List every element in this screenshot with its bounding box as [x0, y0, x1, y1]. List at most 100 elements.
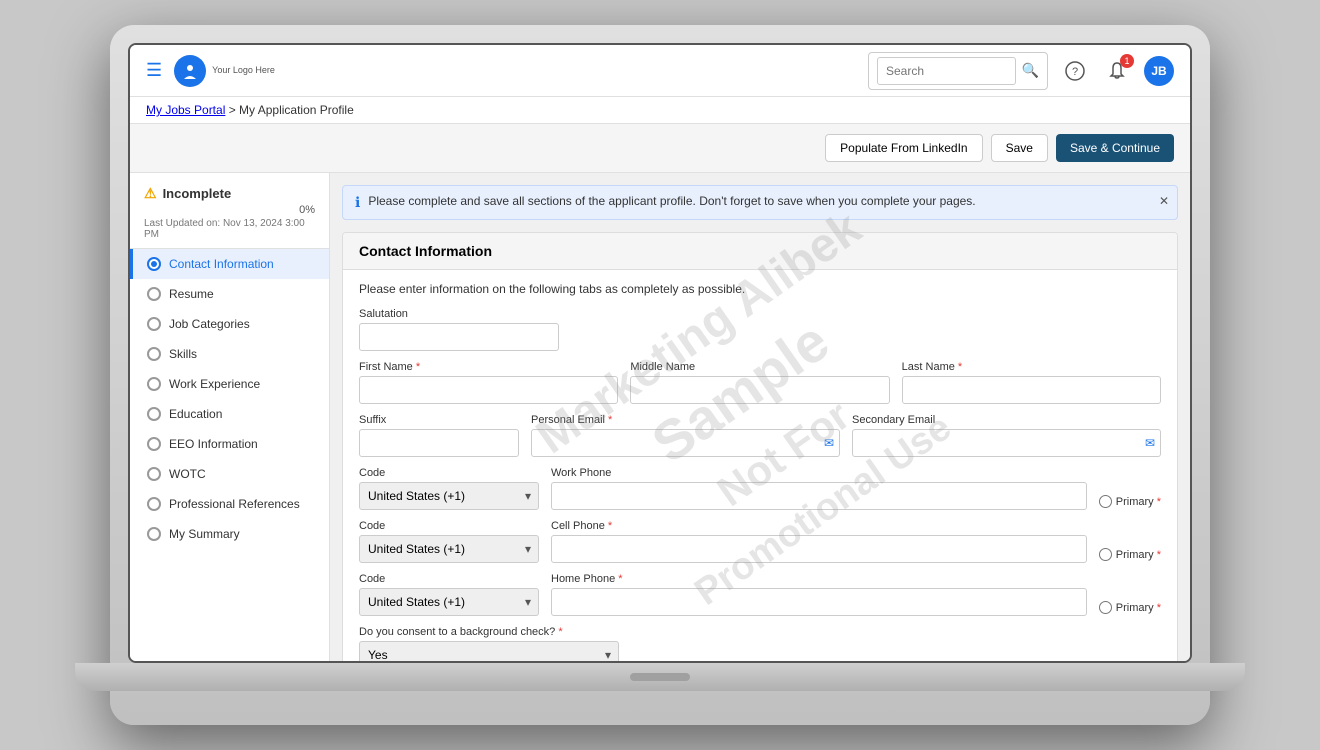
- suffix-input[interactable]: [359, 429, 519, 457]
- sidebar-label-professional-references: Professional References: [169, 497, 300, 511]
- sidebar-header: ⚠ Incomplete 0% Last Updated on: Nov 13,…: [130, 173, 329, 249]
- sidebar-item-contact-information[interactable]: Contact Information: [130, 249, 329, 279]
- hamburger-icon[interactable]: ☰: [146, 60, 162, 81]
- form-card-header: Contact Information: [343, 233, 1177, 270]
- notification-badge: 1: [1120, 54, 1134, 68]
- info-icon: ℹ: [355, 194, 360, 211]
- middle-name-input[interactable]: [630, 376, 889, 404]
- circle-icon-skills: [147, 347, 161, 361]
- cell-phone-primary-radio[interactable]: [1099, 548, 1112, 561]
- breadcrumb-link-1[interactable]: My Jobs Portal: [146, 103, 225, 117]
- sidebar-item-work-experience[interactable]: Work Experience: [130, 369, 329, 399]
- work-phone-primary-label: Primary *: [1116, 496, 1161, 508]
- warning-icon: ⚠: [144, 185, 157, 202]
- sidebar-progress: 0%: [299, 204, 315, 216]
- sidebar-item-eeo-information[interactable]: EEO Information: [130, 429, 329, 459]
- banner-text: Please complete and save all sections of…: [368, 194, 975, 208]
- work-phone-label: Work Phone: [551, 467, 1087, 479]
- cell-phone-primary-label: Primary *: [1116, 549, 1161, 561]
- sidebar-item-education[interactable]: Education: [130, 399, 329, 429]
- logo-text: Your Logo Here: [212, 65, 275, 76]
- search-icon: 🔍: [1022, 62, 1039, 79]
- secondary-email-icon: ✉: [1145, 436, 1155, 450]
- sidebar-label-resume: Resume: [169, 287, 214, 301]
- first-name-input[interactable]: [359, 376, 618, 404]
- search-bar: 🔍: [868, 52, 1048, 90]
- home-phone-primary-label: Primary *: [1116, 602, 1161, 614]
- circle-icon-resume: [147, 287, 161, 301]
- form-description: Please enter information on the followin…: [359, 282, 1161, 296]
- middle-name-label: Middle Name: [630, 361, 889, 373]
- search-input[interactable]: [877, 57, 1016, 85]
- sidebar-item-wotc[interactable]: WOTC: [130, 459, 329, 489]
- help-button[interactable]: ?: [1060, 56, 1090, 86]
- code-select-home[interactable]: United States (+1): [359, 588, 539, 616]
- info-banner: ℹ Please complete and save all sections …: [342, 185, 1178, 220]
- sidebar-label-skills: Skills: [169, 347, 197, 361]
- work-phone-primary-radio[interactable]: [1099, 495, 1112, 508]
- circle-icon-my-summary: [147, 527, 161, 541]
- suffix-email-row: Suffix Personal Email * ✉: [359, 414, 1161, 457]
- circle-icon-work-experience: [147, 377, 161, 391]
- circle-icon-education: [147, 407, 161, 421]
- salutation-input[interactable]: [359, 323, 559, 351]
- active-circle-icon: [147, 257, 161, 271]
- suffix-label: Suffix: [359, 414, 519, 426]
- code-select-cell[interactable]: United States (+1): [359, 535, 539, 563]
- background-check-label: Do you consent to a background check? *: [359, 626, 619, 638]
- sidebar-last-updated: Last Updated on: Nov 13, 2024 3:00 PM: [144, 218, 315, 240]
- sidebar-label-eeo: EEO Information: [169, 437, 258, 451]
- form-body: Please enter information on the followin…: [343, 270, 1177, 663]
- personal-email-label: Personal Email *: [531, 414, 840, 426]
- secondary-email-input[interactable]: [852, 429, 1161, 457]
- sidebar-item-skills[interactable]: Skills: [130, 339, 329, 369]
- content-area: Marketing Alibek Sample Not For Promotio…: [330, 173, 1190, 663]
- code-label-cell: Code: [359, 520, 539, 532]
- home-phone-input[interactable]: [551, 588, 1087, 616]
- personal-email-input[interactable]: [531, 429, 840, 457]
- home-phone-row: Code United States (+1) Home Phone *: [359, 573, 1161, 616]
- name-row: First Name * Middle Name Last Name *: [359, 361, 1161, 404]
- secondary-email-label: Secondary Email: [852, 414, 1161, 426]
- sidebar-label-contact-information: Contact Information: [169, 257, 274, 271]
- notifications-button[interactable]: 1: [1102, 56, 1132, 86]
- top-bar: ☰ Your Logo Here 🔍: [130, 45, 1190, 97]
- populate-linkedin-button[interactable]: Populate From LinkedIn: [825, 134, 982, 162]
- save-continue-button[interactable]: Save & Continue: [1056, 134, 1174, 162]
- breadcrumb: My Jobs Portal > My Application Profile: [130, 97, 1190, 124]
- sidebar-item-resume[interactable]: Resume: [130, 279, 329, 309]
- home-phone-primary-radio[interactable]: [1099, 601, 1112, 614]
- action-bar: Populate From LinkedIn Save Save & Conti…: [130, 124, 1190, 173]
- sidebar-label-wotc: WOTC: [169, 467, 206, 481]
- circle-icon-job-categories: [147, 317, 161, 331]
- last-name-input[interactable]: [902, 376, 1161, 404]
- cell-phone-input[interactable]: [551, 535, 1087, 563]
- sidebar-label-my-summary: My Summary: [169, 527, 240, 541]
- work-phone-input[interactable]: [551, 482, 1087, 510]
- work-phone-row: Code United States (+1) Work Phone: [359, 467, 1161, 510]
- save-button[interactable]: Save: [991, 134, 1048, 162]
- banner-close-button[interactable]: ✕: [1159, 194, 1169, 208]
- sidebar: ⚠ Incomplete 0% Last Updated on: Nov 13,…: [130, 173, 330, 663]
- home-phone-label: Home Phone *: [551, 573, 1087, 585]
- top-icons: ? 1 JB: [1060, 56, 1174, 86]
- cell-phone-row: Code United States (+1) Cell Phone *: [359, 520, 1161, 563]
- last-name-label: Last Name *: [902, 361, 1161, 373]
- code-select-work[interactable]: United States (+1): [359, 482, 539, 510]
- laptop-notch: [630, 673, 690, 681]
- email-icon: ✉: [824, 436, 834, 450]
- sidebar-item-my-summary[interactable]: My Summary: [130, 519, 329, 549]
- sidebar-item-professional-references[interactable]: Professional References: [130, 489, 329, 519]
- background-check-select[interactable]: Yes: [359, 641, 619, 663]
- salutation-label: Salutation: [359, 308, 559, 320]
- user-avatar[interactable]: JB: [1144, 56, 1174, 86]
- breadcrumb-current: My Application Profile: [239, 103, 354, 117]
- circle-icon-wotc: [147, 467, 161, 481]
- logo-area: Your Logo Here: [174, 55, 275, 87]
- circle-icon-professional-references: [147, 497, 161, 511]
- sidebar-label-work-experience: Work Experience: [169, 377, 260, 391]
- sidebar-status-title: Incomplete: [163, 186, 232, 201]
- sidebar-item-job-categories[interactable]: Job Categories: [130, 309, 329, 339]
- form-card: Contact Information Please enter informa…: [342, 232, 1178, 663]
- main-layout: ⚠ Incomplete 0% Last Updated on: Nov 13,…: [130, 173, 1190, 663]
